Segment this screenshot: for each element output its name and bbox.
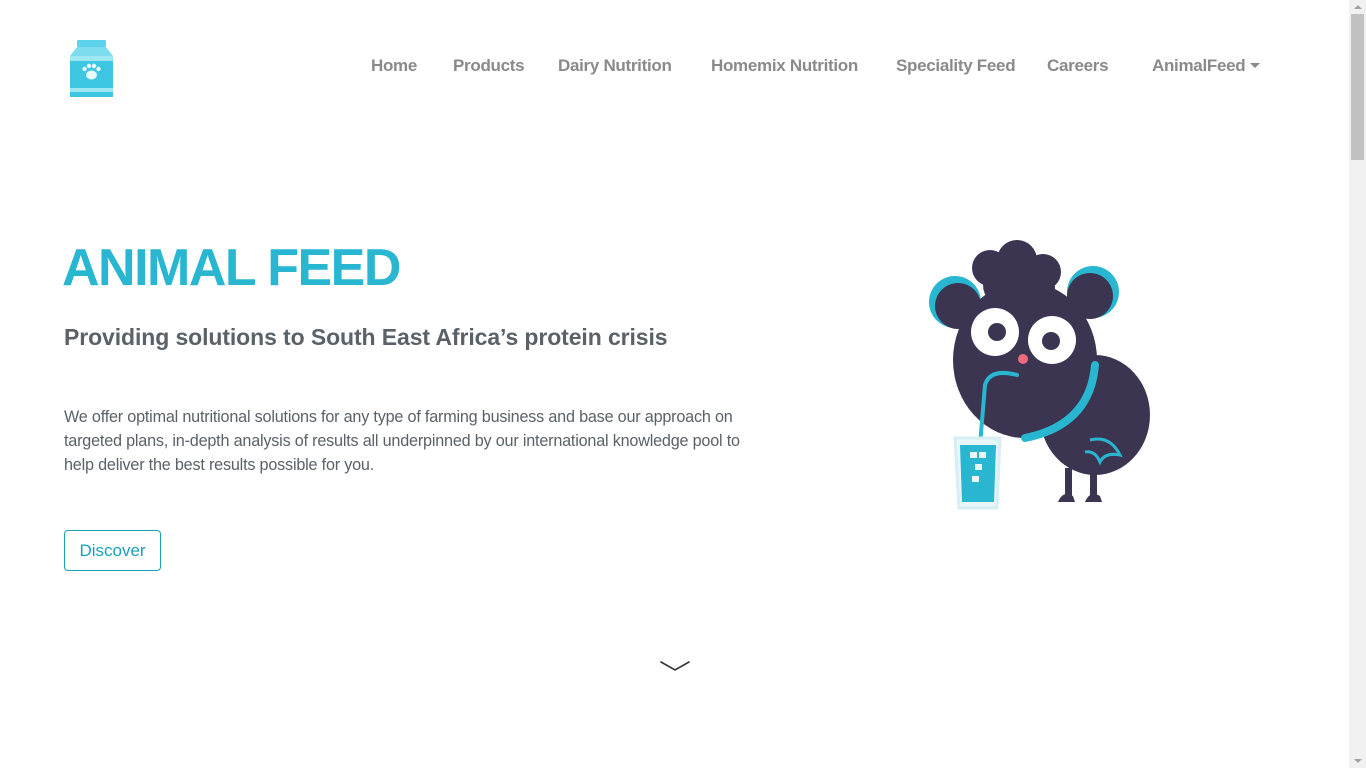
scrollbar-thumb[interactable] [1351,14,1364,160]
scroll-up-arrow-icon[interactable] [1349,0,1366,14]
nav-animalfeed-dropdown[interactable]: AnimalFeed [1152,56,1261,76]
scroll-down-arrow-icon[interactable] [1349,754,1366,768]
nav-homemix-nutrition[interactable]: Homemix Nutrition [711,56,858,76]
nav-animalfeed-label: AnimalFeed [1152,56,1246,75]
hero-subtitle: Providing solutions to South East Africa… [64,324,668,350]
page-scrollbar[interactable] [1349,0,1366,768]
hero-title: ANIMAL FEED [62,239,401,297]
discover-button[interactable]: Discover [64,530,161,571]
nav-careers[interactable]: Careers [1047,56,1109,76]
nav-home[interactable]: Home [371,56,417,76]
sheep-drinking-icon [929,240,1150,510]
main-nav: Home Products Dairy Nutrition Homemix Nu… [0,56,1349,80]
nav-products[interactable]: Products [453,56,525,76]
nav-speciality-feed[interactable]: Speciality Feed [896,56,1016,76]
hero-description: We offer optimal nutritional solutions f… [64,408,740,474]
chevron-down-icon[interactable] [659,658,691,674]
nav-dairy-nutrition[interactable]: Dairy Nutrition [558,56,672,76]
page: Home Products Dairy Nutrition Homemix Nu… [0,0,1349,768]
caret-down-icon [1250,63,1261,68]
